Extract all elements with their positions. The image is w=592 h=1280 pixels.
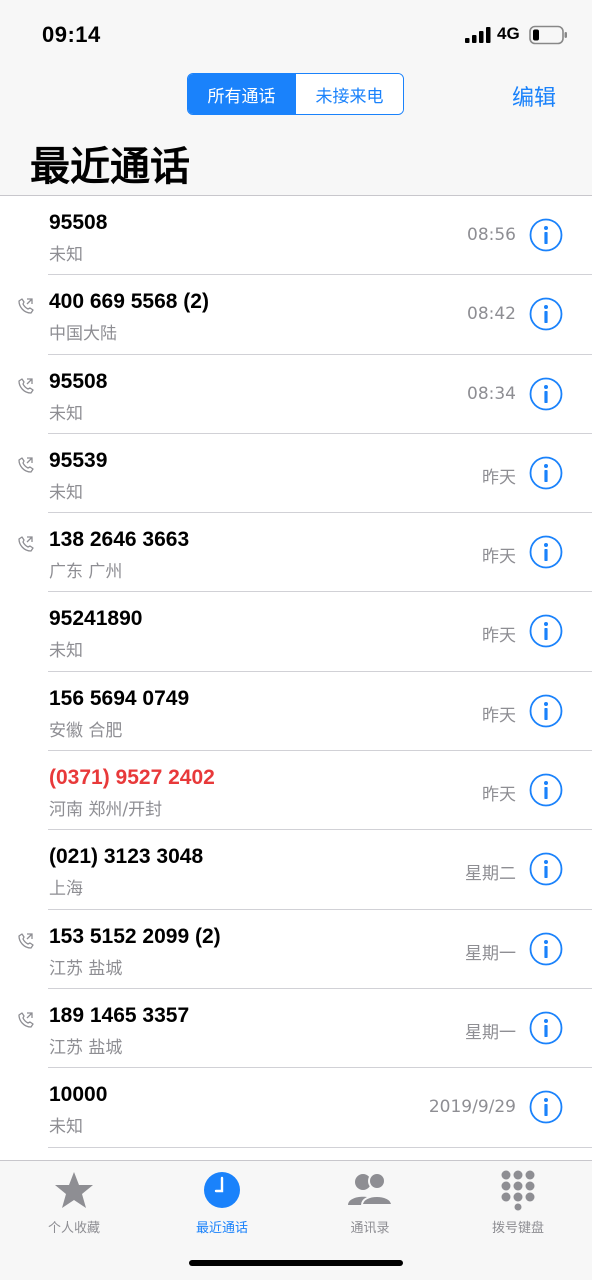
cellular-signal-icon: [465, 27, 491, 43]
call-row[interactable]: (021) 3123 3048 上海 星期二: [0, 830, 592, 910]
outgoing-call-icon: [18, 457, 34, 473]
missed-call-row[interactable]: (0371) 9527 2402 河南 郑州/开封 昨天: [0, 751, 592, 831]
call-number: 189 1465 3357: [49, 1003, 190, 1027]
recent-calls-list: 95508 未知 08:56 400 669 5568 (2) 中国大陆 08:…: [0, 196, 592, 1148]
call-location: 上海: [49, 879, 83, 900]
call-time: 昨天: [482, 705, 516, 726]
phone-screen: 09:14 4G 所有通话 未接来电 编辑 最近通话 95508 未知 08:5…: [0, 0, 592, 1280]
tab-recents[interactable]: 最近通话: [167, 1169, 277, 1236]
info-icon[interactable]: [529, 694, 563, 728]
call-time: 昨天: [482, 547, 516, 568]
outgoing-call-icon: [18, 933, 34, 949]
tab-favorites[interactable]: 个人收藏: [19, 1169, 129, 1236]
call-number: (021) 3123 3048: [49, 845, 204, 869]
call-row[interactable]: 138 2646 3663 广东 广州 昨天: [0, 513, 592, 593]
outgoing-call-icon: [18, 1012, 34, 1028]
call-row[interactable]: 95508 未知 08:56: [0, 196, 592, 276]
status-time: 09:14: [42, 22, 101, 47]
call-time: 昨天: [482, 785, 516, 806]
star-icon: [55, 1172, 93, 1208]
info-icon[interactable]: [529, 773, 563, 807]
call-time: 昨天: [482, 467, 516, 488]
status-bar: 09:14 4G: [0, 0, 592, 64]
call-location: 中国大陆: [49, 324, 117, 345]
tab-keypad[interactable]: 拨号键盘: [463, 1169, 573, 1236]
info-icon[interactable]: [529, 456, 563, 490]
info-icon[interactable]: [529, 852, 563, 886]
info-icon[interactable]: [529, 535, 563, 569]
call-number: 95241890: [49, 607, 143, 631]
outgoing-call-icon: [18, 377, 34, 394]
call-row[interactable]: 189 1465 3357 江苏 盐城 星期一: [0, 989, 592, 1069]
call-number: 138 2646 3663: [49, 528, 190, 552]
home-indicator[interactable]: [189, 1260, 403, 1266]
call-location: 江苏 盐城: [49, 1037, 123, 1058]
call-time: 2019/9/29: [428, 1097, 516, 1118]
call-location: 江苏 盐城: [49, 958, 123, 979]
page-title: 最近通话: [30, 144, 190, 190]
call-number: 10000: [49, 1083, 108, 1107]
info-icon[interactable]: [529, 377, 563, 411]
battery-icon: [529, 25, 567, 45]
call-number: 95508: [49, 369, 108, 393]
call-time: 08:56: [467, 225, 516, 245]
call-row[interactable]: 156 5694 0749 安徽 合肥 昨天: [0, 672, 592, 752]
info-icon[interactable]: [529, 297, 563, 331]
outgoing-call-icon: [18, 298, 34, 314]
call-time: 08:34: [467, 383, 516, 404]
tab-label: 通讯录: [350, 1221, 390, 1236]
call-location: 未知: [49, 482, 83, 503]
segment-all-calls[interactable]: 所有通话: [188, 74, 295, 114]
call-location: 未知: [49, 403, 83, 424]
info-icon[interactable]: [529, 614, 563, 648]
call-time: 昨天: [482, 626, 516, 647]
call-time: 星期二: [465, 864, 516, 885]
call-time: 星期一: [465, 1022, 516, 1043]
tab-label: 最近通话: [195, 1221, 248, 1236]
call-row[interactable]: 95539 未知 昨天: [0, 434, 592, 514]
call-row[interactable]: 153 5152 2099 (2) 江苏 盐城 星期一: [0, 910, 592, 990]
call-number: 400 669 5568 (2): [49, 290, 209, 314]
call-number: (0371) 9527 2402: [49, 766, 215, 790]
call-time: 星期一: [465, 943, 516, 964]
call-location: 未知: [49, 245, 83, 265]
tab-label: 拨号键盘: [491, 1221, 544, 1236]
call-row[interactable]: 400 669 5568 (2) 中国大陆 08:42: [0, 275, 592, 355]
contacts-icon: [348, 1172, 394, 1206]
keypad-icon: [501, 1170, 535, 1211]
call-row[interactable]: 10000 未知 2019/9/29: [0, 1068, 592, 1148]
call-number: 156 5694 0749: [49, 686, 190, 710]
segment-missed-calls[interactable]: 未接来电: [295, 74, 403, 114]
outgoing-call-icon: [18, 536, 34, 552]
info-icon[interactable]: [529, 932, 563, 966]
call-row[interactable]: 95508 未知 08:34: [0, 355, 592, 435]
info-icon[interactable]: [529, 218, 563, 252]
edit-button[interactable]: 编辑: [512, 80, 556, 112]
tab-contacts[interactable]: 通讯录: [315, 1169, 425, 1236]
call-number: 95539: [49, 448, 108, 472]
call-location: 安徽 合肥: [49, 720, 123, 741]
call-row[interactable]: 95241890 未知 昨天: [0, 592, 592, 673]
network-type: 4G: [497, 24, 520, 43]
call-time: 08:42: [467, 304, 516, 325]
call-number: 153 5152 2099 (2): [49, 924, 221, 948]
call-filter-segmented-control: 所有通话 未接来电: [187, 73, 404, 115]
clock-icon: [204, 1172, 240, 1208]
tab-label: 个人收藏: [47, 1221, 100, 1236]
call-location: 未知: [49, 1117, 83, 1138]
nav-header: 所有通话 未接来电 编辑 最近通话: [0, 64, 592, 196]
info-icon[interactable]: [529, 1011, 563, 1045]
call-location: 河南 郑州/开封: [49, 800, 163, 821]
info-icon[interactable]: [529, 1090, 563, 1124]
call-location: 广东 广州: [49, 562, 123, 583]
call-number: 95508: [49, 211, 108, 234]
call-location: 未知: [49, 641, 83, 662]
